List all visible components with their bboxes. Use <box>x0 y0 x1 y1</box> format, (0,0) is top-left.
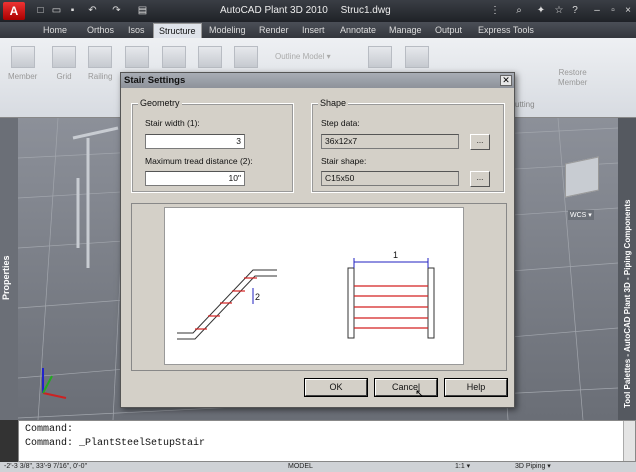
modify-button[interactable] <box>405 46 429 72</box>
shape-legend: Shape <box>318 98 349 108</box>
file-name: Struc1.dwg <box>340 5 391 16</box>
infocenter-icon[interactable]: ⋮ <box>488 4 502 18</box>
ucs-axis-icon <box>42 368 67 399</box>
window-title: AutoCAD Plant 3D 2010 Struc1.dwg <box>220 5 401 16</box>
tab-express-tools[interactable]: Express Tools <box>473 23 539 38</box>
stair-width-dimension <box>353 258 429 268</box>
subscription-icon[interactable]: ✦ <box>534 4 548 18</box>
modify-icon <box>405 46 429 68</box>
stair-preview-drawing: 2 1 <box>177 250 435 340</box>
stair-side-view <box>177 269 277 340</box>
member-label: Member <box>8 72 38 81</box>
tab-structure[interactable]: Structure <box>153 23 202 38</box>
max-tread-distance-label: Maximum tread distance (2): <box>145 156 253 166</box>
properties-palette-label: Properties <box>1 255 11 300</box>
grid-icon <box>52 46 76 68</box>
grid-label: Grid <box>56 72 72 81</box>
tab-output[interactable]: Output <box>430 23 467 38</box>
undo-icon[interactable]: ↶ <box>86 4 99 17</box>
open-folder-icon[interactable]: ▭ <box>50 4 63 17</box>
tread-distance-label: 2 <box>255 292 260 302</box>
max-tread-distance-field[interactable]: 10" <box>145 171 245 186</box>
dialog-title: Stair Settings <box>121 73 514 88</box>
edit-button[interactable] <box>368 46 392 72</box>
stair-shape-browse-button[interactable]: ... <box>470 171 490 187</box>
close-icon[interactable]: × <box>621 4 635 18</box>
app-name: AutoCAD Plant 3D 2010 <box>220 5 328 16</box>
railing-icon <box>88 46 113 68</box>
command-scrollbar[interactable] <box>623 421 635 461</box>
member-button[interactable]: Member <box>8 46 37 81</box>
grid-button[interactable]: Grid <box>52 46 76 81</box>
command-history-line: Command: <box>25 424 74 435</box>
stair-preview: 2 1 <box>164 207 464 365</box>
close-icon[interactable]: ✕ <box>500 75 512 86</box>
tool-palettes-label: Tool Palettes - AutoCAD Plant 3D - Pipin… <box>623 199 632 408</box>
viewcube[interactable] <box>565 156 599 198</box>
steel-frame-structure <box>72 126 119 268</box>
mouse-cursor-icon: ↖ <box>415 388 425 400</box>
stair-width-label: Stair width (1): <box>145 118 200 128</box>
stair-button[interactable] <box>198 46 222 72</box>
tab-manage[interactable]: Manage <box>384 23 427 38</box>
tab-orthos[interactable]: Orthos <box>82 23 119 38</box>
favorites-icon[interactable]: ☆ <box>552 4 566 18</box>
coordinates-readout: -2'-3 3/8", 33'-9 7/16", 0'-0" <box>4 463 88 470</box>
ladder-icon <box>234 46 258 68</box>
geometry-legend: Geometry <box>138 98 182 108</box>
edit-icon <box>368 46 392 68</box>
wcs-menu[interactable]: WCS ▾ <box>568 210 594 220</box>
maximize-icon[interactable]: ▫ <box>606 4 620 18</box>
title-bar: A □ ▭ ▪ ↶ ↷ ▤ AutoCAD Plant 3D 2010 Stru… <box>0 0 636 22</box>
stair-width-field[interactable]: 3 <box>145 134 245 149</box>
autocad-window: A □ ▭ ▪ ↶ ↷ ▤ AutoCAD Plant 3D 2010 Stru… <box>0 0 636 472</box>
footing-icon <box>162 46 186 68</box>
tab-modeling[interactable]: Modeling <box>204 23 251 38</box>
model-space-toggle[interactable]: MODEL <box>288 462 313 472</box>
stair-width-label: 1 <box>393 250 398 260</box>
ok-button[interactable]: OK <box>304 378 368 397</box>
command-current-line: Command: _PlantSteelSetupStair <box>25 438 206 449</box>
minimize-icon[interactable]: – <box>590 4 604 18</box>
plate-icon <box>125 46 149 68</box>
stair-settings-dialog: Stair Settings ✕ Geometry Stair width (1… <box>120 72 515 408</box>
restore-member-button[interactable]: Restore Member <box>558 68 587 88</box>
workspace-switch[interactable]: 3D Piping ▾ <box>515 462 551 472</box>
redo-icon[interactable]: ↷ <box>110 4 123 17</box>
new-file-icon[interactable]: □ <box>34 4 47 17</box>
tab-home[interactable]: Home <box>38 23 72 38</box>
annotation-scale[interactable]: 1:1 ▾ <box>455 462 470 472</box>
save-icon[interactable]: ▪ <box>66 4 79 17</box>
tab-insert[interactable]: Insert <box>297 23 330 38</box>
command-line[interactable]: Command: Command: _PlantSteelSetupStair <box>18 420 636 462</box>
application-menu-button[interactable]: A <box>3 2 25 20</box>
step-data-label: Step data: <box>321 118 360 128</box>
cutting-panel-label: utting <box>515 100 535 109</box>
step-data-field[interactable]: 36x12x7 <box>321 134 459 149</box>
railing-label: Railing <box>88 72 113 81</box>
help-button[interactable]: Help <box>444 378 508 397</box>
stair-front-treads <box>354 285 428 329</box>
cancel-button[interactable]: Cancel <box>374 378 438 397</box>
member-icon <box>10 46 35 68</box>
tab-annotate[interactable]: Annotate <box>335 23 381 38</box>
tab-isos[interactable]: Isos <box>123 23 150 38</box>
outline-model-dropdown[interactable]: Outline Model ▾ <box>275 52 331 61</box>
railing-button[interactable]: Railing <box>88 46 112 81</box>
stair-shape-label: Stair shape: <box>321 156 367 166</box>
plate-button[interactable] <box>125 46 149 72</box>
stair-shape-field[interactable]: C15x50 <box>321 171 459 186</box>
help-icon[interactable]: ? <box>568 4 582 18</box>
ribbon-tabs: Home Orthos Isos Structure Modeling Rend… <box>0 22 636 38</box>
ladder-button[interactable] <box>234 46 258 72</box>
status-bar: -2'-3 3/8", 33'-9 7/16", 0'-0" MODEL 1:1… <box>0 462 636 472</box>
stair-icon <box>198 46 222 68</box>
plot-icon[interactable]: ▤ <box>136 4 149 17</box>
tab-render[interactable]: Render <box>254 23 294 38</box>
search-icon[interactable]: ⌕ <box>512 4 526 18</box>
step-data-browse-button[interactable]: ... <box>470 134 490 150</box>
footing-button[interactable] <box>162 46 186 72</box>
